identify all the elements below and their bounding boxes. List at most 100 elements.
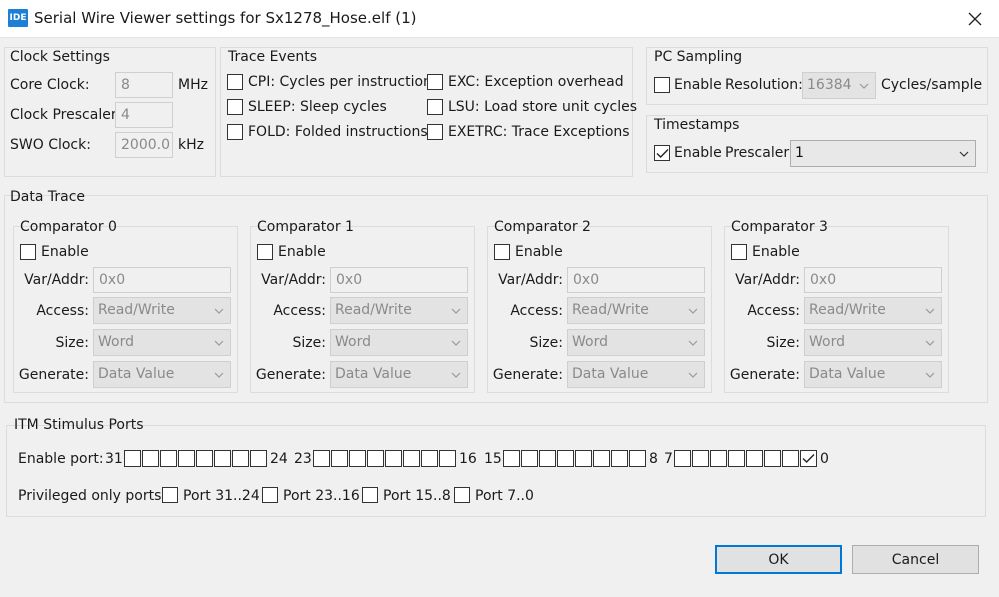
cancel-button[interactable]: Cancel <box>852 545 979 574</box>
trace-event-checkbox[interactable] <box>227 99 243 115</box>
stimulus-port-checkbox[interactable] <box>611 450 628 467</box>
access-select[interactable]: Read/Write <box>804 297 942 324</box>
stimulus-port-checkbox[interactable] <box>214 450 231 467</box>
stimulus-port-checkbox[interactable] <box>178 450 195 467</box>
chevron-down-icon <box>451 298 461 323</box>
stimulus-port-checkbox[interactable] <box>385 450 402 467</box>
stimulus-port-checkbox[interactable] <box>674 450 691 467</box>
generate-value: Data Value <box>335 366 412 382</box>
size-select[interactable]: Word <box>93 329 231 356</box>
var-addr-input[interactable]: 0x0 <box>93 267 231 293</box>
size-select[interactable]: Word <box>804 329 942 356</box>
prescaler-select[interactable]: 1 <box>790 140 976 167</box>
clock-prescaler-input[interactable]: 4 <box>115 102 173 128</box>
size-label: Size: <box>766 335 800 351</box>
stimulus-port-checkbox[interactable] <box>160 450 177 467</box>
size-select[interactable]: Word <box>567 329 705 356</box>
stimulus-port-checkbox[interactable] <box>331 450 348 467</box>
stimulus-port-checkbox[interactable] <box>692 450 709 467</box>
privileged-port-label: Port 15..8 <box>383 488 451 504</box>
enable-port-label: Enable port: <box>18 451 104 467</box>
comparator-title: Comparator 0 <box>20 219 117 235</box>
stimulus-port-checkbox[interactable] <box>539 450 556 467</box>
stimulus-port-checkbox[interactable] <box>250 450 267 467</box>
stimulus-port-checkbox[interactable] <box>439 450 456 467</box>
stimulus-port-checkbox[interactable] <box>593 450 610 467</box>
privileged-port-checkbox[interactable] <box>362 487 378 503</box>
chevron-down-icon <box>214 362 224 387</box>
access-select[interactable]: Read/Write <box>330 297 468 324</box>
port-range-high: 31 <box>105 451 123 467</box>
trace-event-checkbox[interactable] <box>227 124 243 140</box>
stimulus-port-checkbox[interactable] <box>403 450 420 467</box>
chevron-down-icon <box>925 298 935 323</box>
stimulus-port-checkbox[interactable] <box>575 450 592 467</box>
stimulus-port-checkbox[interactable] <box>728 450 745 467</box>
prescaler-value: 1 <box>795 145 804 161</box>
stimulus-port-checkbox[interactable] <box>124 450 141 467</box>
stimulus-port-checkbox[interactable] <box>782 450 799 467</box>
stimulus-port-checkbox[interactable] <box>196 450 213 467</box>
generate-value: Data Value <box>809 366 886 382</box>
stimulus-port-checkbox[interactable] <box>710 450 727 467</box>
trace-event-checkbox[interactable] <box>227 74 243 90</box>
close-icon[interactable] <box>960 4 990 34</box>
comparator-enable-checkbox[interactable] <box>20 244 36 260</box>
privileged-port-checkbox[interactable] <box>162 487 178 503</box>
check-icon <box>656 148 668 158</box>
access-select[interactable]: Read/Write <box>93 297 231 324</box>
pc-sampling-enable-label: Enable <box>674 77 722 93</box>
resolution-select[interactable]: 16384 <box>802 72 876 99</box>
trace-event-label: CPI: Cycles per instruction <box>248 74 432 90</box>
core-clock-input[interactable]: 8 <box>115 72 173 98</box>
comparator-enable-checkbox[interactable] <box>494 244 510 260</box>
ok-button[interactable]: OK <box>715 545 842 574</box>
stimulus-port-checkbox[interactable] <box>521 450 538 467</box>
size-select[interactable]: Word <box>330 329 468 356</box>
comparator-enable-checkbox[interactable] <box>257 244 273 260</box>
stimulus-port-checkbox[interactable] <box>503 450 520 467</box>
comparator-enable-label: Enable <box>752 244 800 260</box>
chevron-down-icon <box>688 362 698 387</box>
comparator-enable-checkbox[interactable] <box>731 244 747 260</box>
stimulus-port-checkbox[interactable] <box>764 450 781 467</box>
prescaler-label: Prescaler: <box>725 145 794 161</box>
privileged-port-checkbox[interactable] <box>262 487 278 503</box>
resolution-unit: Cycles/sample <box>881 77 983 93</box>
generate-select[interactable]: Data Value <box>93 361 231 388</box>
access-label: Access: <box>273 303 326 319</box>
timestamps-enable-checkbox[interactable] <box>654 145 670 161</box>
stimulus-port-checkbox[interactable] <box>367 450 384 467</box>
resolution-label: Resolution: <box>725 77 803 93</box>
stimulus-port-checkbox[interactable] <box>313 450 330 467</box>
stimulus-port-checkbox[interactable] <box>142 450 159 467</box>
var-addr-input[interactable]: 0x0 <box>330 267 468 293</box>
stimulus-port-checkbox[interactable] <box>629 450 646 467</box>
generate-label: Generate: <box>492 367 563 383</box>
stimulus-port-checkbox[interactable] <box>557 450 574 467</box>
trace-event-checkbox[interactable] <box>427 124 443 140</box>
stimulus-port-checkbox[interactable] <box>232 450 249 467</box>
generate-select[interactable]: Data Value <box>567 361 705 388</box>
trace-event-checkbox[interactable] <box>427 74 443 90</box>
stimulus-port-checkbox[interactable] <box>421 450 438 467</box>
trace-events-title: Trace Events <box>228 49 317 65</box>
trace-event-checkbox[interactable] <box>427 99 443 115</box>
var-addr-input[interactable]: 0x0 <box>567 267 705 293</box>
stimulus-port-checkbox[interactable] <box>800 450 817 467</box>
size-value: Word <box>98 334 134 350</box>
stimulus-port-checkbox[interactable] <box>746 450 763 467</box>
privileged-port-checkbox[interactable] <box>454 487 470 503</box>
check-icon <box>802 454 815 463</box>
generate-select[interactable]: Data Value <box>804 361 942 388</box>
chevron-down-icon <box>925 330 935 355</box>
stimulus-port-checkbox[interactable] <box>349 450 366 467</box>
swo-clock-unit: kHz <box>178 137 204 153</box>
access-select[interactable]: Read/Write <box>567 297 705 324</box>
pc-sampling-enable-checkbox[interactable] <box>654 77 670 93</box>
swo-clock-input[interactable]: 2000.0 <box>115 132 173 158</box>
generate-select[interactable]: Data Value <box>330 361 468 388</box>
size-value: Word <box>809 334 845 350</box>
var-addr-input[interactable]: 0x0 <box>804 267 942 293</box>
clock-settings-title: Clock Settings <box>10 49 110 65</box>
